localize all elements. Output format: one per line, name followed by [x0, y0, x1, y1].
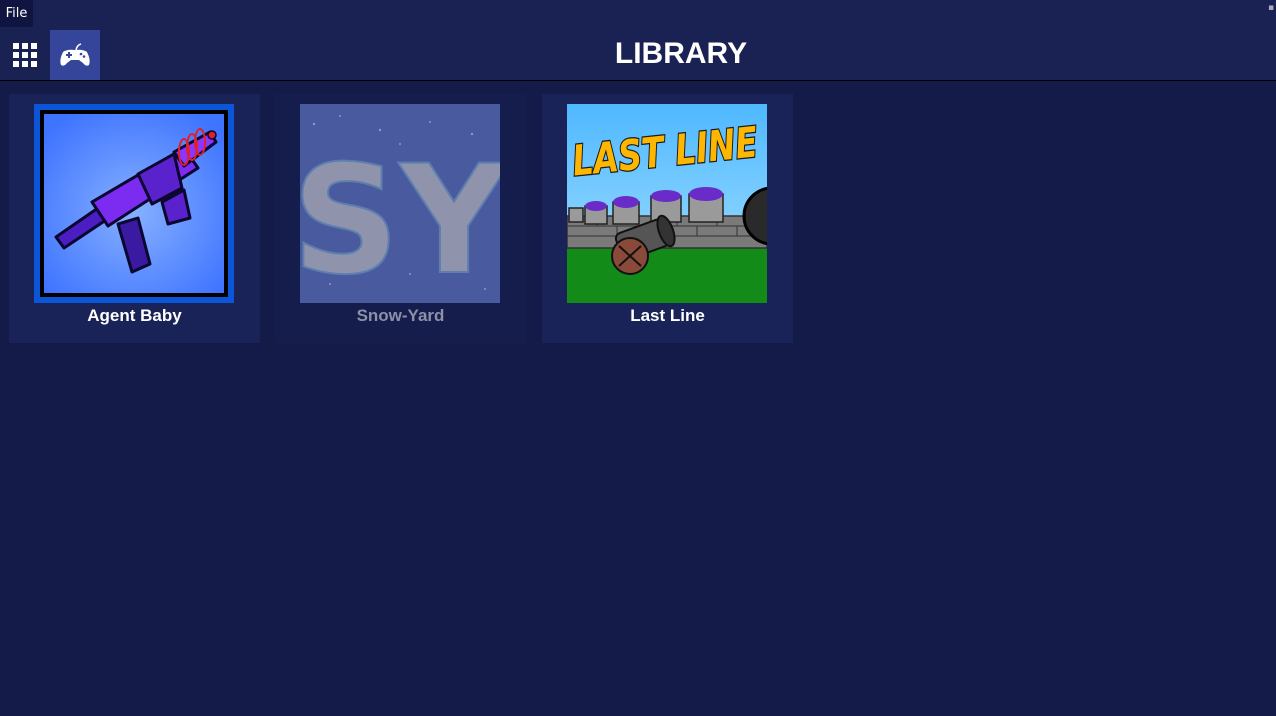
snow-yard-logo-text: SY	[300, 134, 500, 303]
file-menu[interactable]: File	[0, 0, 33, 27]
header-bar: LIBRARY	[0, 27, 1276, 81]
window-corner-button[interactable]: ▪	[1268, 3, 1276, 15]
game-title: Agent Baby	[87, 306, 182, 325]
game-title: Snow-Yard	[356, 306, 445, 325]
page-title: LIBRARY	[614, 37, 748, 70]
game-title: Last Line	[630, 306, 705, 325]
agent-baby-cover	[34, 104, 234, 303]
game-tile-last-line[interactable]: LAST LINE Last Line	[542, 94, 793, 343]
game-tile-agent-baby[interactable]: Agent Baby	[9, 94, 260, 343]
game-tile-snow-yard[interactable]: SY Snow-Yard	[275, 94, 526, 343]
menu-bar: File ▪	[0, 0, 1276, 27]
snow-yard-cover: SY	[300, 104, 500, 303]
last-line-cover: LAST LINE	[567, 104, 767, 303]
